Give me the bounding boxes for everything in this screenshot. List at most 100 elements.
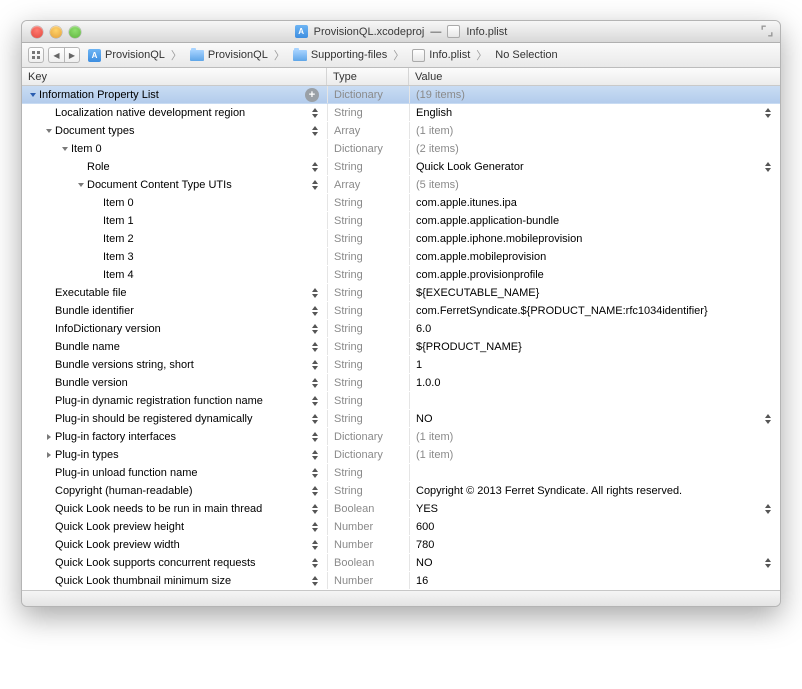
value-label[interactable]: YES bbox=[416, 503, 438, 515]
related-items-button[interactable] bbox=[28, 47, 44, 63]
value-label[interactable]: (1 item) bbox=[416, 431, 453, 443]
value-label[interactable]: English bbox=[416, 107, 452, 119]
value-label[interactable]: 6.0 bbox=[416, 323, 431, 335]
value-label[interactable]: Copyright © 2013 Ferret Syndicate. All r… bbox=[416, 485, 682, 497]
table-row[interactable]: Document typesArray(1 item) bbox=[22, 122, 780, 140]
breadcrumb-item[interactable]: Info.plist〉 bbox=[408, 47, 491, 63]
value-label[interactable]: com.apple.mobileprovision bbox=[416, 251, 546, 263]
minimize-button[interactable] bbox=[50, 26, 62, 38]
value-label[interactable]: 16 bbox=[416, 575, 428, 587]
value-stepper[interactable] bbox=[761, 501, 774, 516]
table-row[interactable]: Localization native development regionSt… bbox=[22, 104, 780, 122]
key-stepper[interactable] bbox=[308, 159, 321, 174]
table-row[interactable]: Quick Look thumbnail minimum sizeNumber1… bbox=[22, 572, 780, 590]
key-stepper[interactable] bbox=[308, 411, 321, 426]
value-stepper[interactable] bbox=[761, 555, 774, 570]
table-row[interactable]: Bundle versions string, shortString1 bbox=[22, 356, 780, 374]
disclosure-triangle-icon[interactable] bbox=[44, 432, 53, 441]
key-stepper[interactable] bbox=[308, 537, 321, 552]
value-label[interactable]: 600 bbox=[416, 521, 434, 533]
value-stepper[interactable] bbox=[761, 411, 774, 426]
value-label[interactable]: (2 items) bbox=[416, 143, 459, 155]
value-label[interactable]: com.apple.itunes.ipa bbox=[416, 197, 517, 209]
value-label[interactable]: Quick Look Generator bbox=[416, 161, 524, 173]
key-stepper[interactable] bbox=[308, 285, 321, 300]
key-stepper[interactable] bbox=[308, 519, 321, 534]
value-label[interactable]: (1 item) bbox=[416, 449, 453, 461]
fullscreen-icon[interactable] bbox=[761, 25, 774, 38]
value-label[interactable]: (5 items) bbox=[416, 179, 459, 191]
disclosure-triangle-icon[interactable] bbox=[44, 450, 53, 459]
forward-button[interactable]: ▶ bbox=[64, 47, 80, 63]
key-stepper[interactable] bbox=[308, 555, 321, 570]
header-type[interactable]: Type bbox=[327, 68, 409, 85]
table-row[interactable]: Plug-in factory interfacesDictionary(1 i… bbox=[22, 428, 780, 446]
value-label[interactable]: (1 item) bbox=[416, 125, 453, 137]
value-label[interactable]: NO bbox=[416, 413, 433, 425]
key-stepper[interactable] bbox=[308, 501, 321, 516]
table-row[interactable]: Quick Look preview heightNumber600 bbox=[22, 518, 780, 536]
key-stepper[interactable] bbox=[308, 375, 321, 390]
value-label[interactable]: com.apple.iphone.mobileprovision bbox=[416, 233, 582, 245]
table-row[interactable]: Plug-in typesDictionary(1 item) bbox=[22, 446, 780, 464]
table-row[interactable]: Bundle identifierStringcom.FerretSyndica… bbox=[22, 302, 780, 320]
disclosure-triangle-icon[interactable] bbox=[76, 180, 85, 189]
back-button[interactable]: ◀ bbox=[48, 47, 64, 63]
table-row[interactable]: Quick Look preview widthNumber780 bbox=[22, 536, 780, 554]
breadcrumb-item[interactable]: No Selection bbox=[491, 49, 561, 61]
disclosure-triangle-icon[interactable] bbox=[44, 126, 53, 135]
table-row[interactable]: Item 0Stringcom.apple.itunes.ipa bbox=[22, 194, 780, 212]
breadcrumb-item[interactable]: Supporting-files〉 bbox=[289, 47, 408, 63]
key-stepper[interactable] bbox=[308, 321, 321, 336]
breadcrumb[interactable]: AProvisionQL〉ProvisionQL〉Supporting-file… bbox=[84, 43, 774, 67]
table-row[interactable]: Item 0Dictionary(2 items) bbox=[22, 140, 780, 158]
value-label[interactable]: NO bbox=[416, 557, 433, 569]
value-stepper[interactable] bbox=[761, 105, 774, 120]
key-stepper[interactable] bbox=[308, 357, 321, 372]
key-stepper[interactable] bbox=[308, 393, 321, 408]
table-row[interactable]: Quick Look supports concurrent requestsB… bbox=[22, 554, 780, 572]
disclosure-triangle-icon[interactable] bbox=[60, 144, 69, 153]
table-row[interactable]: Item 2Stringcom.apple.iphone.mobileprovi… bbox=[22, 230, 780, 248]
table-row[interactable]: Plug-in should be registered dynamically… bbox=[22, 410, 780, 428]
key-stepper[interactable] bbox=[308, 123, 321, 138]
zoom-button[interactable] bbox=[69, 26, 81, 38]
value-label[interactable]: 780 bbox=[416, 539, 434, 551]
table-row[interactable]: Quick Look needs to be run in main threa… bbox=[22, 500, 780, 518]
table-row[interactable]: Plug-in unload function nameString bbox=[22, 464, 780, 482]
breadcrumb-item[interactable]: AProvisionQL〉 bbox=[84, 47, 186, 63]
table-row[interactable]: Document Content Type UTIsArray(5 items) bbox=[22, 176, 780, 194]
value-label[interactable]: (19 items) bbox=[416, 89, 465, 101]
header-value[interactable]: Value bbox=[409, 68, 780, 85]
table-row[interactable]: RoleStringQuick Look Generator bbox=[22, 158, 780, 176]
key-stepper[interactable] bbox=[308, 447, 321, 462]
table-row[interactable]: Plug-in dynamic registration function na… bbox=[22, 392, 780, 410]
disclosure-triangle-icon[interactable] bbox=[28, 90, 37, 99]
table-row[interactable]: Copyright (human-readable)StringCopyrigh… bbox=[22, 482, 780, 500]
table-row[interactable]: Bundle nameString${PRODUCT_NAME} bbox=[22, 338, 780, 356]
key-stepper[interactable] bbox=[308, 483, 321, 498]
value-label[interactable]: com.apple.provisionprofile bbox=[416, 269, 544, 281]
value-label[interactable]: 1 bbox=[416, 359, 422, 371]
key-stepper[interactable] bbox=[308, 465, 321, 480]
table-row[interactable]: Information Property List+Dictionary(19 … bbox=[22, 86, 780, 104]
key-stepper[interactable] bbox=[308, 177, 321, 192]
table-row[interactable]: Item 1Stringcom.apple.application-bundle bbox=[22, 212, 780, 230]
titlebar[interactable]: A ProvisionQL.xcodeproj — Info.plist bbox=[22, 21, 780, 43]
table-row[interactable]: Executable fileString${EXECUTABLE_NAME} bbox=[22, 284, 780, 302]
value-label[interactable]: ${EXECUTABLE_NAME} bbox=[416, 287, 539, 299]
table-row[interactable]: Bundle versionString1.0.0 bbox=[22, 374, 780, 392]
add-button[interactable]: + bbox=[305, 88, 319, 102]
breadcrumb-item[interactable]: ProvisionQL〉 bbox=[186, 47, 289, 63]
key-stepper[interactable] bbox=[308, 339, 321, 354]
table-row[interactable]: Item 3Stringcom.apple.mobileprovision bbox=[22, 248, 780, 266]
value-label[interactable]: 1.0.0 bbox=[416, 377, 440, 389]
header-key[interactable]: Key bbox=[22, 68, 327, 85]
close-button[interactable] bbox=[31, 26, 43, 38]
value-label[interactable]: com.apple.application-bundle bbox=[416, 215, 559, 227]
table-row[interactable]: InfoDictionary versionString6.0 bbox=[22, 320, 780, 338]
key-stepper[interactable] bbox=[308, 303, 321, 318]
value-label[interactable]: ${PRODUCT_NAME} bbox=[416, 341, 522, 353]
key-stepper[interactable] bbox=[308, 573, 321, 588]
value-stepper[interactable] bbox=[761, 159, 774, 174]
